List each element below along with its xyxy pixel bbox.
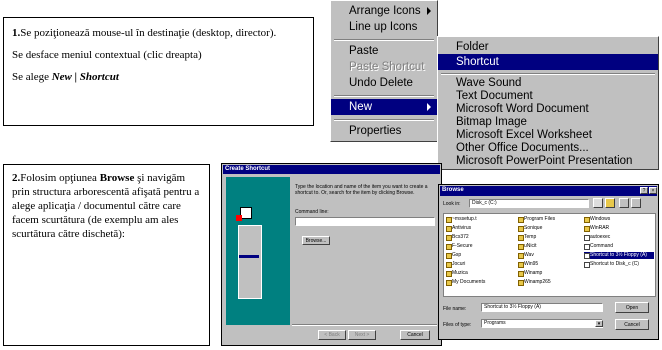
submenu-item-text-document[interactable]: Text Document bbox=[438, 90, 658, 103]
dialog-title-bar: Create Shortcut bbox=[223, 165, 440, 174]
submenu-arrow-icon bbox=[427, 103, 431, 111]
dialog-title-bar: Browse bbox=[440, 186, 657, 196]
files-of-type-select[interactable]: Programs bbox=[481, 319, 603, 328]
instruction-step-1: 1.Se poziţionează mouse-ul în destinaţie… bbox=[12, 27, 277, 39]
cancel-button[interactable]: Cancel bbox=[615, 319, 649, 330]
list-item[interactable]: Win95 bbox=[518, 261, 582, 268]
submenu-arrow-icon bbox=[427, 7, 431, 15]
instruction-box-1: 1.Se poziţionează mouse-ul în destinaţie… bbox=[3, 17, 314, 126]
file-name-label: File name: bbox=[443, 306, 467, 312]
list-item[interactable]: Antivirus bbox=[446, 225, 516, 232]
list-item[interactable]: Wav bbox=[518, 252, 582, 259]
look-in-select[interactable]: Disk_c (C:) bbox=[469, 199, 589, 208]
context-menu: Arrange Icons Line up Icons Paste Paste … bbox=[330, 0, 438, 142]
menu-item-line-up-icons[interactable]: Line up Icons bbox=[331, 19, 437, 35]
submenu-item-powerpoint[interactable]: Microsoft PowerPoint Presentation bbox=[438, 155, 658, 168]
mini-menu-icon bbox=[238, 225, 262, 299]
submenu-item-shortcut[interactable]: Shortcut bbox=[438, 54, 658, 70]
create-shortcut-dialog: Create Shortcut Type the location and na… bbox=[221, 163, 442, 346]
list-item[interactable]: autoexec bbox=[584, 234, 654, 241]
submenu-item-wave-sound[interactable]: Wave Sound bbox=[438, 77, 658, 90]
wizard-illustration bbox=[226, 177, 290, 325]
menu-item-arrange-icons[interactable]: Arrange Icons bbox=[331, 3, 437, 19]
file-list-col-3: Windows WinRAR autoexec Command Shortcut… bbox=[584, 216, 654, 268]
file-list-col-1: ~mssetup.t Antivirus Bcs372 F-Secure Gsp… bbox=[446, 216, 516, 286]
next-button: Next > bbox=[348, 330, 376, 340]
submenu-item-folder[interactable]: Folder bbox=[438, 39, 658, 55]
list-item[interactable]: Winamp bbox=[518, 270, 582, 277]
list-item[interactable]: Program Files bbox=[518, 216, 582, 223]
look-in-label: Look in: bbox=[443, 201, 461, 207]
close-icon[interactable]: × bbox=[649, 187, 657, 194]
list-item[interactable]: Windows bbox=[584, 216, 654, 223]
list-item[interactable]: Bcs372 bbox=[446, 234, 516, 241]
submenu-item-other-office[interactable]: Other Office Documents... bbox=[438, 142, 658, 155]
help-button[interactable]: ? bbox=[640, 187, 648, 194]
menu-item-undo-delete[interactable]: Undo Delete bbox=[331, 75, 437, 91]
file-name-input[interactable]: Shortcut to 3½ Floppy (A) bbox=[481, 303, 603, 312]
submenu-item-word-document[interactable]: Microsoft Word Document bbox=[438, 103, 658, 116]
menu-item-new[interactable]: New bbox=[331, 99, 437, 115]
back-button: < Back bbox=[318, 330, 346, 340]
list-item[interactable]: uNicit bbox=[518, 243, 582, 250]
file-list: ~mssetup.t Antivirus Bcs372 F-Secure Gsp… bbox=[443, 213, 656, 297]
list-view-icon[interactable] bbox=[619, 198, 629, 208]
command-line-input[interactable] bbox=[295, 217, 435, 226]
list-item-selected[interactable]: Shortcut to 3½ Floppy (A) bbox=[584, 252, 654, 259]
menu-item-paste-shortcut: Paste Shortcut bbox=[349, 61, 425, 73]
list-item[interactable]: Temp bbox=[518, 234, 582, 241]
list-item[interactable]: My Documents bbox=[446, 279, 516, 286]
instruction-box-2: 2.Folosim opţiunea Browse şi navigăm pri… bbox=[3, 164, 210, 346]
menu-item-paste[interactable]: Paste bbox=[331, 43, 437, 59]
cancel-button[interactable]: Cancel bbox=[400, 330, 430, 340]
list-item[interactable]: Winamp265 bbox=[518, 279, 582, 286]
submenu-item-excel-worksheet[interactable]: Microsoft Excel Worksheet bbox=[438, 129, 658, 142]
list-item[interactable]: Command bbox=[584, 243, 654, 250]
command-line-label: Command line: bbox=[295, 209, 329, 215]
instruction-line-2: Se desface meniul contextual (clic dreap… bbox=[12, 49, 202, 61]
list-item[interactable]: Gsp bbox=[446, 252, 516, 259]
submenu-item-bitmap-image[interactable]: Bitmap Image bbox=[438, 116, 658, 129]
details-view-icon[interactable] bbox=[631, 198, 641, 208]
instruction-step-2: 2.Folosim opţiunea Browse şi navigăm pri… bbox=[12, 172, 200, 240]
list-item[interactable]: Shortcut to Disk_c (C) bbox=[584, 261, 654, 268]
list-item[interactable]: Jocuri bbox=[446, 261, 516, 268]
list-item[interactable]: Muzica bbox=[446, 270, 516, 277]
list-item[interactable]: F-Secure bbox=[446, 243, 516, 250]
chevron-down-icon[interactable]: ▾ bbox=[595, 320, 603, 327]
file-list-col-2: Program Files Sonique Temp uNicit Wav Wi… bbox=[518, 216, 582, 286]
list-item[interactable]: ~mssetup.t bbox=[446, 216, 516, 223]
up-folder-icon[interactable] bbox=[593, 198, 603, 208]
browse-button[interactable]: Browse... bbox=[302, 236, 330, 245]
open-button[interactable]: Open bbox=[615, 302, 649, 313]
new-submenu: Folder Shortcut Wave Sound Text Document… bbox=[437, 36, 659, 170]
shortcut-arrow-icon bbox=[236, 215, 242, 221]
new-folder-icon[interactable] bbox=[605, 198, 615, 208]
files-of-type-label: Files of type: bbox=[443, 322, 472, 328]
menu-item-properties[interactable]: Properties bbox=[331, 123, 437, 139]
browse-dialog: Browse ? × Look in: Disk_c (C:) ~mssetup… bbox=[438, 184, 659, 340]
instruction-line-3: Se alege New | Shortcut bbox=[12, 71, 119, 83]
list-item[interactable]: Sonique bbox=[518, 225, 582, 232]
list-item[interactable]: WinRAR bbox=[584, 225, 654, 232]
instructions-text: Type the location and name of the item y… bbox=[295, 184, 428, 196]
